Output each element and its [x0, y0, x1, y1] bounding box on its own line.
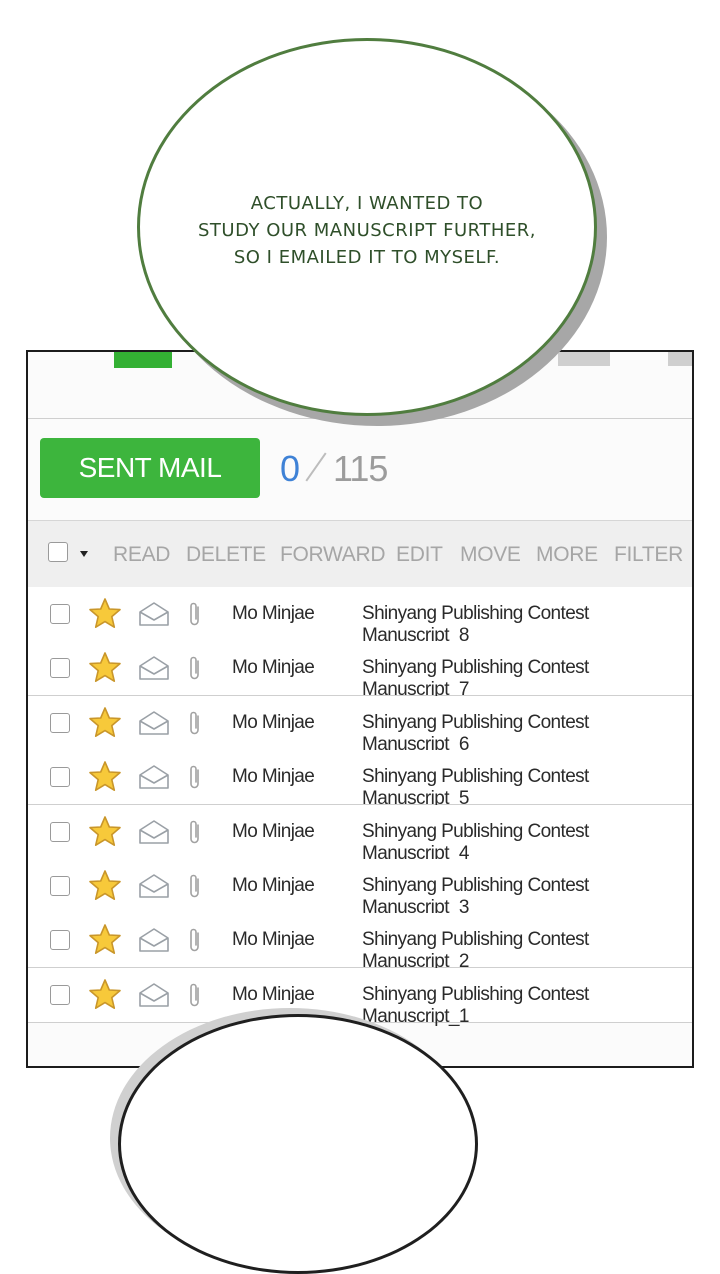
more-button[interactable]: MORE — [536, 543, 598, 567]
email-sender[interactable]: Mo Minjae — [232, 929, 315, 951]
mail-counter: 0 115 — [280, 448, 388, 490]
email-subject[interactable]: Shinyang Publishing Contest Manuscript_2 — [362, 929, 692, 973]
speech-bubble-partial — [118, 1014, 478, 1274]
email-row[interactable]: Mo Minjae Shinyang Publishing Contest Man… — [28, 859, 692, 918]
row-checkbox[interactable] — [50, 658, 70, 679]
select-all-checkbox[interactable] — [48, 542, 68, 562]
email-subject[interactable]: Shinyang Publishing Contest Manuscript_7 — [362, 657, 692, 701]
email-sender[interactable]: Mo Minjae — [232, 657, 315, 679]
speech-line: STUDY OUR MANUSCRIPT FURTHER, — [198, 220, 536, 241]
email-row[interactable]: Mo Minjae Shinyang Publishing Contest Man… — [28, 804, 692, 864]
header-divider — [28, 418, 692, 419]
email-sender[interactable]: Mo Minjae — [232, 821, 315, 843]
email-subject[interactable]: Shinyang Publishing Contest Manuscript_8 — [362, 603, 692, 647]
move-button[interactable]: MOVE — [460, 543, 521, 567]
envelope-open-icon[interactable] — [138, 927, 170, 953]
filter-button[interactable]: FILTER — [614, 543, 683, 567]
mail-toolbar: READ DELETE FORWARD EDIT MOVE MORE FILTE… — [28, 520, 692, 588]
row-checkbox[interactable] — [50, 984, 70, 1005]
total-count: 115 — [333, 448, 388, 489]
unread-count: 0 — [280, 448, 300, 489]
tab-inactive[interactable] — [668, 352, 692, 366]
edit-button[interactable]: EDIT — [396, 543, 443, 567]
email-subject[interactable]: Shinyang Publishing Contest Manuscript_5 — [362, 766, 692, 810]
star-icon[interactable] — [88, 978, 122, 1012]
envelope-open-icon[interactable] — [138, 655, 170, 681]
envelope-open-icon[interactable] — [138, 710, 170, 736]
forward-button[interactable]: FORWARD — [280, 543, 386, 567]
tab-indicator[interactable] — [114, 352, 172, 368]
star-icon[interactable] — [88, 923, 122, 957]
star-icon[interactable] — [88, 760, 122, 794]
row-checkbox[interactable] — [50, 767, 70, 788]
tab-inactive[interactable] — [558, 352, 610, 366]
speech-line: ACTUALLY, I WANTED TO — [250, 193, 484, 214]
speech-bubble-text: ACTUALLY, I WANTED TO STUDY OUR MANUSCRI… — [150, 190, 584, 271]
email-row[interactable]: Mo Minjae Shinyang Publishing Contest Man… — [28, 913, 692, 972]
slash-separator — [301, 448, 331, 484]
email-subject[interactable]: Shinyang Publishing Contest Manuscript_6 — [362, 712, 692, 756]
star-icon[interactable] — [88, 869, 122, 903]
row-checkbox[interactable] — [50, 821, 70, 842]
email-row[interactable]: Mo Minjae Shinyang Publishing Contest Man… — [28, 695, 692, 755]
email-subject[interactable]: Shinyang Publishing Contest Manuscript_3 — [362, 875, 692, 919]
speech-line: SO I EMAILED IT TO MYSELF. — [233, 247, 501, 268]
paperclip-icon — [188, 926, 202, 954]
email-sender[interactable]: Mo Minjae — [232, 875, 315, 897]
paperclip-icon — [188, 709, 202, 737]
paperclip-icon — [188, 654, 202, 682]
paperclip-icon — [188, 872, 202, 900]
envelope-open-icon[interactable] — [138, 873, 170, 899]
read-button[interactable]: READ — [113, 543, 170, 567]
envelope-open-icon[interactable] — [138, 764, 170, 790]
star-icon[interactable] — [88, 597, 122, 631]
star-icon[interactable] — [88, 706, 122, 740]
email-sender[interactable]: Mo Minjae — [232, 603, 315, 625]
email-subject[interactable]: Shinyang Publishing Contest Manuscript_4 — [362, 821, 692, 865]
star-icon[interactable] — [88, 815, 122, 849]
row-checkbox[interactable] — [50, 712, 70, 733]
email-sender[interactable]: Mo Minjae — [232, 984, 315, 1006]
envelope-open-icon[interactable] — [138, 982, 170, 1008]
email-row[interactable]: Mo Minjae Shinyang Publishing Contest Man… — [28, 641, 692, 700]
sent-mail-button[interactable]: SENT MAIL — [40, 438, 260, 498]
paperclip-icon — [188, 600, 202, 628]
delete-button[interactable]: DELETE — [186, 543, 266, 567]
email-sender[interactable]: Mo Minjae — [232, 712, 315, 734]
email-row[interactable]: Mo Minjae Shinyang Publishing Contest Man… — [28, 967, 692, 1027]
mail-panel: SENT MAIL 0 115 READ DELETE FORWARD EDIT … — [26, 350, 694, 1068]
star-icon[interactable] — [88, 651, 122, 685]
row-checkbox[interactable] — [50, 930, 70, 951]
envelope-open-icon[interactable] — [138, 819, 170, 845]
paperclip-icon — [188, 818, 202, 846]
row-checkbox[interactable] — [50, 604, 70, 624]
envelope-open-icon[interactable] — [138, 601, 170, 627]
paperclip-icon — [188, 981, 202, 1009]
email-row[interactable]: Mo Minjae Shinyang Publishing Contest Man… — [28, 587, 692, 646]
email-row[interactable]: Mo Minjae Shinyang Publishing Contest Man… — [28, 750, 692, 809]
email-subject[interactable]: Shinyang Publishing Contest Manuscript_1 — [362, 984, 692, 1028]
row-checkbox[interactable] — [50, 876, 70, 896]
email-sender[interactable]: Mo Minjae — [232, 766, 315, 788]
paperclip-icon — [188, 763, 202, 791]
select-dropdown-caret-icon[interactable] — [80, 551, 88, 557]
